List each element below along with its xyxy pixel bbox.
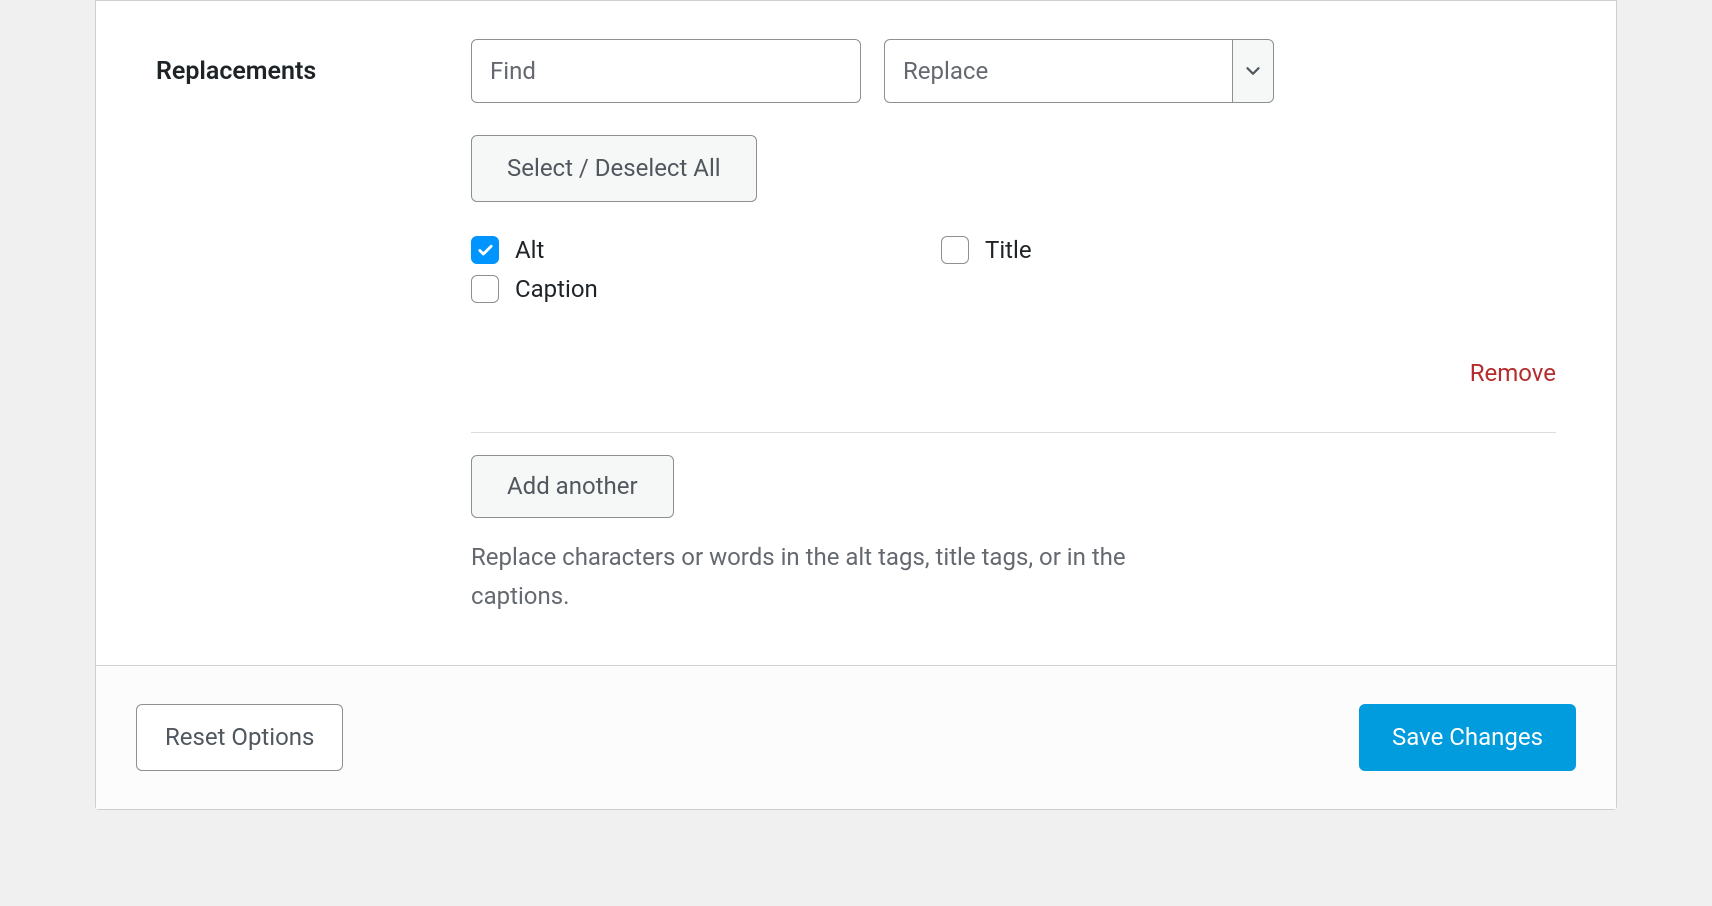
save-changes-button[interactable]: Save Changes	[1359, 704, 1576, 771]
card-footer: Reset Options Save Changes	[96, 665, 1616, 809]
checkbox-box	[471, 275, 499, 303]
card-body: Replacements Select / Deselect All	[96, 1, 1616, 665]
checkbox-caption[interactable]: Caption	[471, 275, 941, 303]
checkbox-box	[471, 236, 499, 264]
select-deselect-all-button[interactable]: Select / Deselect All	[471, 135, 757, 202]
replace-input-group	[884, 39, 1274, 103]
add-another-button[interactable]: Add another	[471, 455, 674, 518]
checkbox-title[interactable]: Title	[941, 236, 1411, 264]
checkbox-grid: Alt Caption Title	[471, 236, 1556, 314]
replace-input[interactable]	[884, 39, 1232, 103]
reset-options-button[interactable]: Reset Options	[136, 704, 343, 771]
remove-link[interactable]: Remove	[1470, 359, 1556, 387]
replacements-controls: Select / Deselect All Alt Cap	[471, 39, 1556, 615]
replacements-label: Replacements	[156, 39, 471, 86]
checkbox-alt[interactable]: Alt	[471, 236, 941, 264]
remove-row: Remove	[471, 359, 1556, 387]
checkbox-label: Title	[985, 236, 1032, 264]
replace-dropdown-toggle[interactable]	[1232, 39, 1274, 103]
checkmark-icon	[477, 242, 494, 259]
find-replace-inputs	[471, 39, 1556, 103]
divider	[471, 432, 1556, 433]
checkbox-col-right: Title	[941, 236, 1411, 314]
replacements-row: Replacements Select / Deselect All	[156, 1, 1556, 615]
help-text: Replace characters or words in the alt t…	[471, 538, 1171, 615]
chevron-down-icon	[1242, 60, 1264, 82]
checkbox-label: Caption	[515, 275, 598, 303]
checkbox-col-left: Alt Caption	[471, 236, 941, 314]
checkbox-label: Alt	[515, 236, 544, 264]
find-input[interactable]	[471, 39, 861, 103]
checkbox-box	[941, 236, 969, 264]
settings-card: Replacements Select / Deselect All	[95, 0, 1617, 810]
